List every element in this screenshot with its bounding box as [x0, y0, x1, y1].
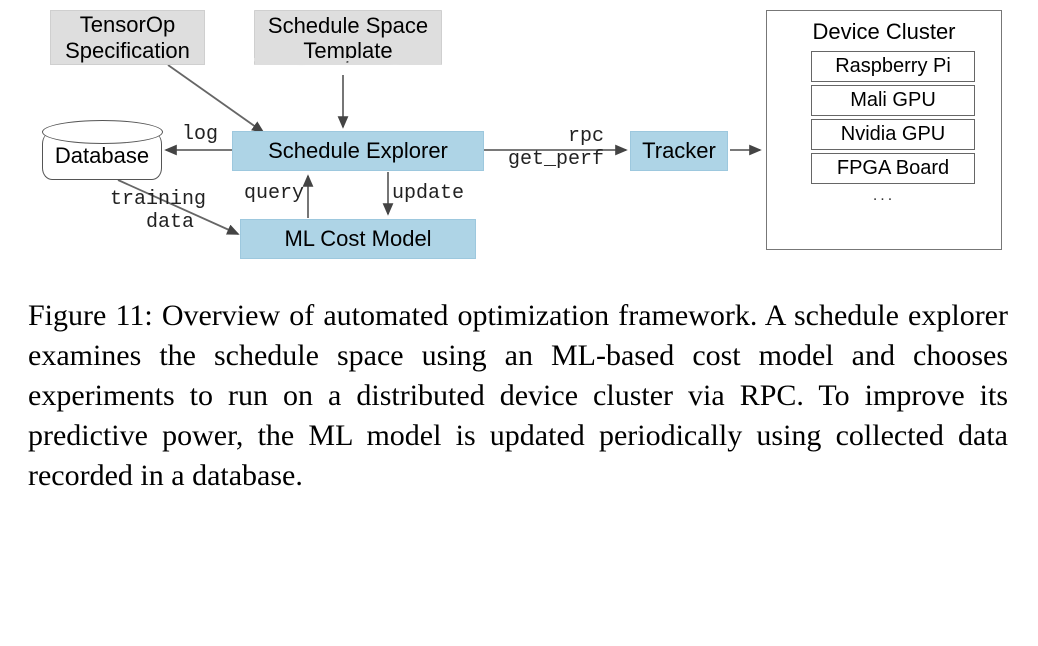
device-ellipsis: ...: [767, 187, 1001, 205]
node-ml-cost-model: ML Cost Model: [240, 219, 476, 259]
device-item: Mali GPU: [811, 85, 975, 116]
edge-label-update: update: [392, 182, 464, 205]
edge-label-log: log: [182, 123, 218, 146]
edge-label-training-data: training data: [110, 188, 206, 234]
device-item: Raspberry Pi: [811, 51, 975, 82]
node-schedule-explorer: Schedule Explorer: [232, 131, 484, 171]
node-schedule-space-template: Schedule Space Template: [254, 10, 442, 65]
edge-label-query: query: [244, 182, 304, 205]
edge-label-rpc-getperf: rpc get_perf: [508, 125, 604, 171]
node-database: Database: [42, 132, 162, 180]
figure-caption: Figure 11: Overview of automated optimiz…: [28, 296, 1008, 495]
node-tensorop-spec: TensorOp Specification: [50, 10, 205, 65]
diagram-area: TensorOp Specification Schedule Space Te…: [18, 10, 1018, 270]
label-database: Database: [55, 143, 149, 169]
device-cluster: Device Cluster Raspberry Pi Mali GPU Nvi…: [766, 10, 1002, 250]
node-tracker: Tracker: [630, 131, 728, 171]
device-item: Nvidia GPU: [811, 119, 975, 150]
cluster-title: Device Cluster: [767, 19, 1001, 45]
device-item: FPGA Board: [811, 153, 975, 184]
